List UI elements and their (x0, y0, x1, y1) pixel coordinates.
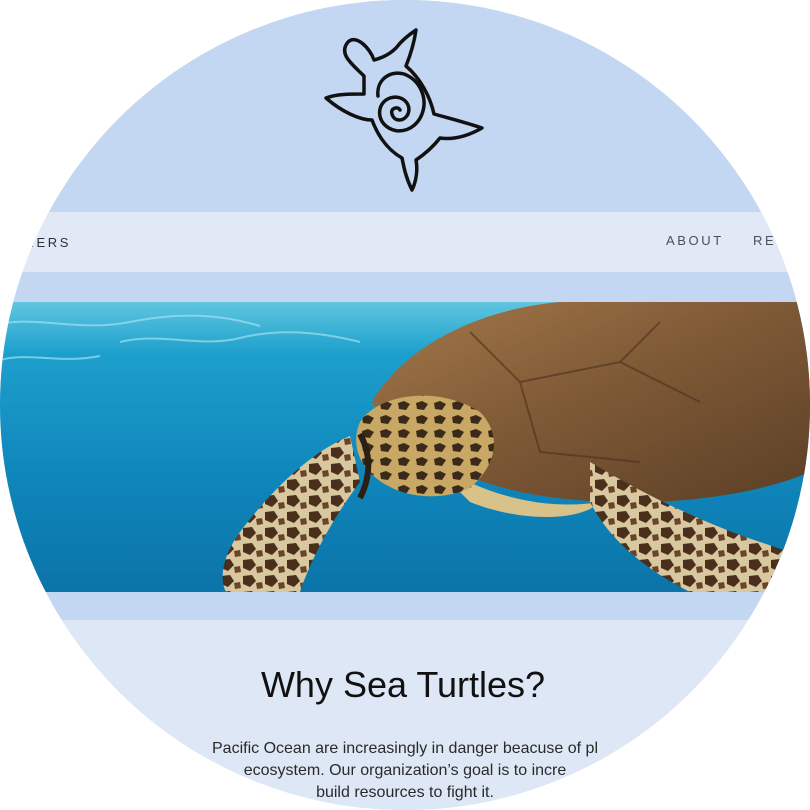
section-body: Pacific Ocean are increasingly in danger… (105, 738, 705, 804)
header-spacer (0, 272, 810, 302)
nav-link-about[interactable]: ABOUT (666, 233, 724, 248)
body-line: build resources to fight it. (316, 784, 494, 801)
section-title: Why Sea Turtles? (260, 664, 546, 705)
body-line: ecosystem. Our organization’s goal is to… (243, 762, 567, 779)
nav-link-resources[interactable]: RE (753, 233, 776, 248)
site-brand-link[interactable]: RERS (0, 235, 71, 250)
sea-turtle-photo (0, 302, 810, 592)
site-header (0, 0, 810, 212)
body-line: Pacific Ocean are increasingly in danger… (212, 740, 598, 757)
hero-image (0, 302, 810, 592)
turtle-logo-icon[interactable] (318, 26, 490, 196)
hero-spacer (0, 592, 810, 620)
page-viewport: RERS ABOUT RE Why Sea Turtles? Pacific O… (0, 0, 810, 810)
